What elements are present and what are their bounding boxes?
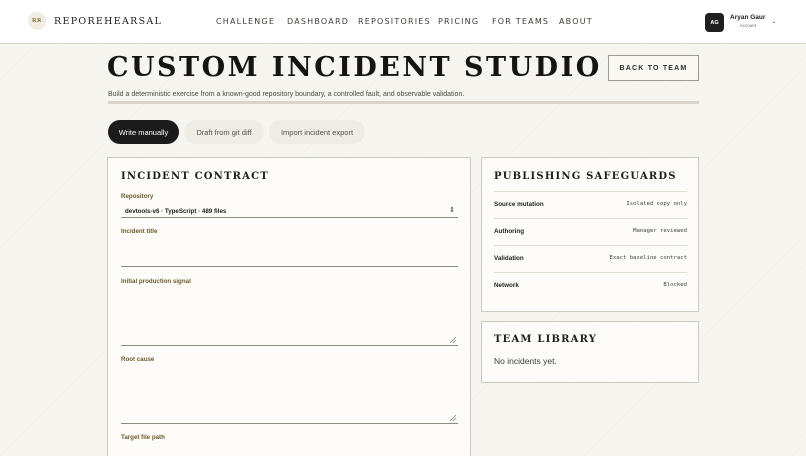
brand-logo[interactable]: RR REPOREHEARSAL <box>28 12 162 30</box>
nav-item-repositories[interactable]: REPOSITORIES <box>358 17 431 26</box>
brand-name: REPOREHEARSAL <box>54 15 163 27</box>
nav-item-about[interactable]: ABOUT <box>559 17 593 26</box>
initial-production-signal-textarea[interactable] <box>121 290 458 346</box>
team-library-panel: TEAM LIBRARY No incidents yet. <box>481 321 699 383</box>
publishing-safeguards-panel: PUBLISHING SAFEGUARDS Source mutation Is… <box>481 157 699 312</box>
safeguard-value: Blocked <box>663 282 687 288</box>
repository-select-value: devtools-v6 · TypeScript · 489 files <box>125 208 227 215</box>
safeguard-value: Exact baseline contract <box>609 255 687 261</box>
account-info: Aryan Gaur Account <box>730 13 765 30</box>
safeguard-key: Authoring <box>494 228 525 235</box>
safeguard-row-authoring: Authoring Manager reviewed <box>494 218 687 245</box>
resize-grip-icon[interactable] <box>450 337 456 343</box>
root-cause-textarea[interactable] <box>121 368 458 424</box>
safeguard-value: Manager reviewed <box>633 228 687 234</box>
resize-grip-icon[interactable] <box>450 415 456 421</box>
incident-contract-panel: INCIDENT CONTRACT Repository devtools-v6… <box>107 157 471 456</box>
safeguard-row-source-mutation: Source mutation Isolated copy only <box>494 191 687 218</box>
incident-title-input[interactable] <box>121 240 458 267</box>
brand-mark-icon: RR <box>28 12 46 30</box>
root-cause-label: Root cause <box>121 356 155 363</box>
incident-contract-heading: INCIDENT CONTRACT <box>121 171 269 182</box>
nav-item-pricing[interactable]: PRICING <box>438 17 479 26</box>
safeguard-key: Validation <box>494 255 524 262</box>
page-subtitle: Build a deterministic exercise from a kn… <box>108 91 465 98</box>
repository-label: Repository <box>121 193 154 200</box>
back-to-team-button[interactable]: BACK TO TEAM <box>608 55 699 81</box>
tab-import-incident-export[interactable]: Import incident export <box>269 120 365 144</box>
tab-draft-from-git-diff[interactable]: Draft from git diff <box>184 120 264 144</box>
nav-item-challenge[interactable]: CHALLENGE <box>216 17 275 26</box>
nav-item-for-teams[interactable]: FOR TEAMS <box>492 17 549 26</box>
nav-item-dashboard[interactable]: DASHBOARD <box>287 17 349 26</box>
account-menu[interactable]: AG Aryan Gaur Account ⌄ <box>705 13 776 32</box>
repository-select[interactable]: devtools-v6 · TypeScript · 489 files ⇕ <box>121 207 458 218</box>
title-divider <box>108 101 699 104</box>
avatar: AG <box>705 13 724 32</box>
initial-production-signal-label: Initial production signal <box>121 278 191 285</box>
incident-title-label: Incident title <box>121 228 158 235</box>
team-library-empty-state: No incidents yet. <box>494 356 557 366</box>
page-title: CUSTOM INCIDENT STUDIO <box>107 52 602 83</box>
tab-write-manually[interactable]: Write manually <box>108 120 179 144</box>
select-arrows-icon: ⇕ <box>449 207 455 214</box>
account-sublabel: Account <box>739 23 756 28</box>
chevron-down-icon: ⌄ <box>771 19 777 25</box>
target-file-path-label: Target file path <box>121 434 165 441</box>
safeguard-key: Network <box>494 282 519 289</box>
publishing-safeguards-heading: PUBLISHING SAFEGUARDS <box>494 171 677 182</box>
team-library-heading: TEAM LIBRARY <box>494 334 598 345</box>
safeguard-value: Isolated copy only <box>626 201 687 207</box>
top-navigation-bar: RR REPOREHEARSAL CHALLENGE DASHBOARD REP… <box>0 0 806 44</box>
safeguard-row-validation: Validation Exact baseline contract <box>494 245 687 272</box>
safeguard-row-network: Network Blocked <box>494 272 687 299</box>
safeguard-key: Source mutation <box>494 201 544 208</box>
account-name: Aryan Gaur <box>730 14 766 21</box>
